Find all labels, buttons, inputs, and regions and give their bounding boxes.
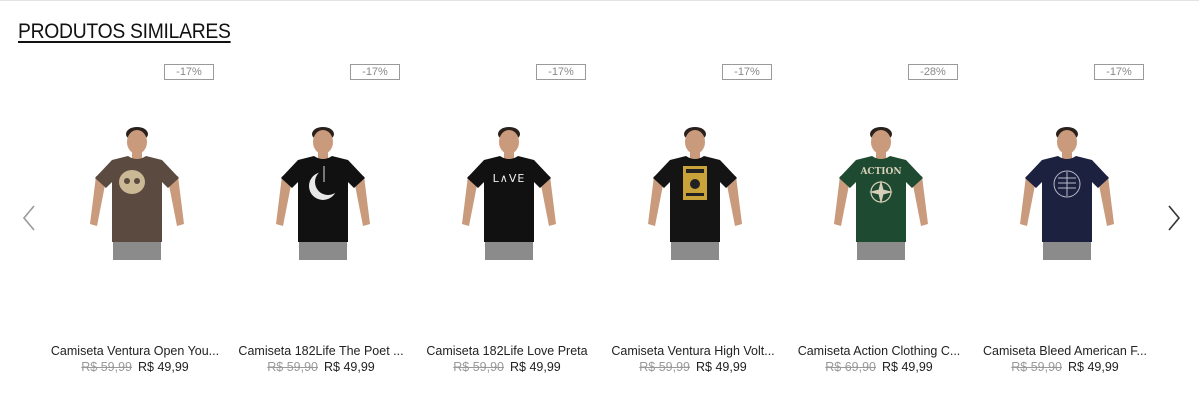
product-image[interactable] xyxy=(82,120,192,260)
product-card[interactable]: -17% Camiseta Bleed American F... R$ 59,… xyxy=(972,60,1158,390)
chevron-right-icon xyxy=(1168,205,1181,231)
price-row: R$ 59,99 R$ 49,99 xyxy=(42,360,228,374)
old-price: R$ 59,99 xyxy=(639,360,690,374)
discount-badge: -17% xyxy=(164,64,214,80)
carousel-prev-button[interactable] xyxy=(20,203,40,233)
carousel-next-button[interactable] xyxy=(1163,203,1183,233)
svg-text:ACTION: ACTION xyxy=(859,167,901,177)
price-row: R$ 59,90 R$ 49,99 xyxy=(972,360,1158,374)
product-name[interactable]: Camiseta Ventura Open You... xyxy=(42,344,228,358)
product-card[interactable]: -17% Camiseta Ventura High Volt... R$ 59… xyxy=(600,60,786,390)
price-row: R$ 59,90 R$ 49,99 xyxy=(228,360,414,374)
chevron-left-icon xyxy=(22,205,35,231)
product-name[interactable]: Camiseta Bleed American F... xyxy=(972,344,1158,358)
old-price: R$ 59,99 xyxy=(81,360,132,374)
product-name[interactable]: Camiseta 182Life Love Preta xyxy=(414,344,600,358)
product-name[interactable]: Camiseta Ventura High Volt... xyxy=(600,344,786,358)
old-price: R$ 59,90 xyxy=(1011,360,1062,374)
discount-badge: -17% xyxy=(350,64,400,80)
old-price: R$ 69,90 xyxy=(825,360,876,374)
product-image[interactable] xyxy=(268,120,378,260)
current-price: R$ 49,99 xyxy=(324,360,375,374)
current-price: R$ 49,99 xyxy=(882,360,933,374)
discount-badge: -28% xyxy=(908,64,958,80)
product-card[interactable]: -17% Camiseta 182Life The Poet ... R$ 59… xyxy=(228,60,414,390)
current-price: R$ 49,99 xyxy=(1068,360,1119,374)
price-row: R$ 59,99 R$ 49,99 xyxy=(600,360,786,374)
discount-badge: -17% xyxy=(536,64,586,80)
product-card[interactable]: -17% L∧VE Camiseta 182Life Love Preta R$… xyxy=(414,60,600,390)
top-divider xyxy=(0,0,1199,1)
current-price: R$ 49,99 xyxy=(138,360,189,374)
current-price: R$ 49,99 xyxy=(510,360,561,374)
product-image[interactable]: ACTION xyxy=(826,120,936,260)
current-price: R$ 49,99 xyxy=(696,360,747,374)
product-image[interactable] xyxy=(640,120,750,260)
product-image[interactable]: L∧VE xyxy=(454,120,564,260)
product-carousel: -17% Camiseta Ventura Open You... R$ 59,… xyxy=(42,60,1157,390)
section-title: PRODUTOS SIMILARES xyxy=(18,20,231,43)
svg-text:L∧VE: L∧VE xyxy=(493,172,526,185)
discount-badge: -17% xyxy=(722,64,772,80)
discount-badge: -17% xyxy=(1094,64,1144,80)
old-price: R$ 59,90 xyxy=(267,360,318,374)
product-image[interactable] xyxy=(1012,120,1122,260)
price-row: R$ 59,90 R$ 49,99 xyxy=(414,360,600,374)
price-row: R$ 69,90 R$ 49,99 xyxy=(786,360,972,374)
product-card[interactable]: -17% Camiseta Ventura Open You... R$ 59,… xyxy=(42,60,228,390)
product-name[interactable]: Camiseta Action Clothing C... xyxy=(786,344,972,358)
product-name[interactable]: Camiseta 182Life The Poet ... xyxy=(228,344,414,358)
product-card[interactable]: -28% ACTION Camiseta Action Clothing C..… xyxy=(786,60,972,390)
old-price: R$ 59,90 xyxy=(453,360,504,374)
